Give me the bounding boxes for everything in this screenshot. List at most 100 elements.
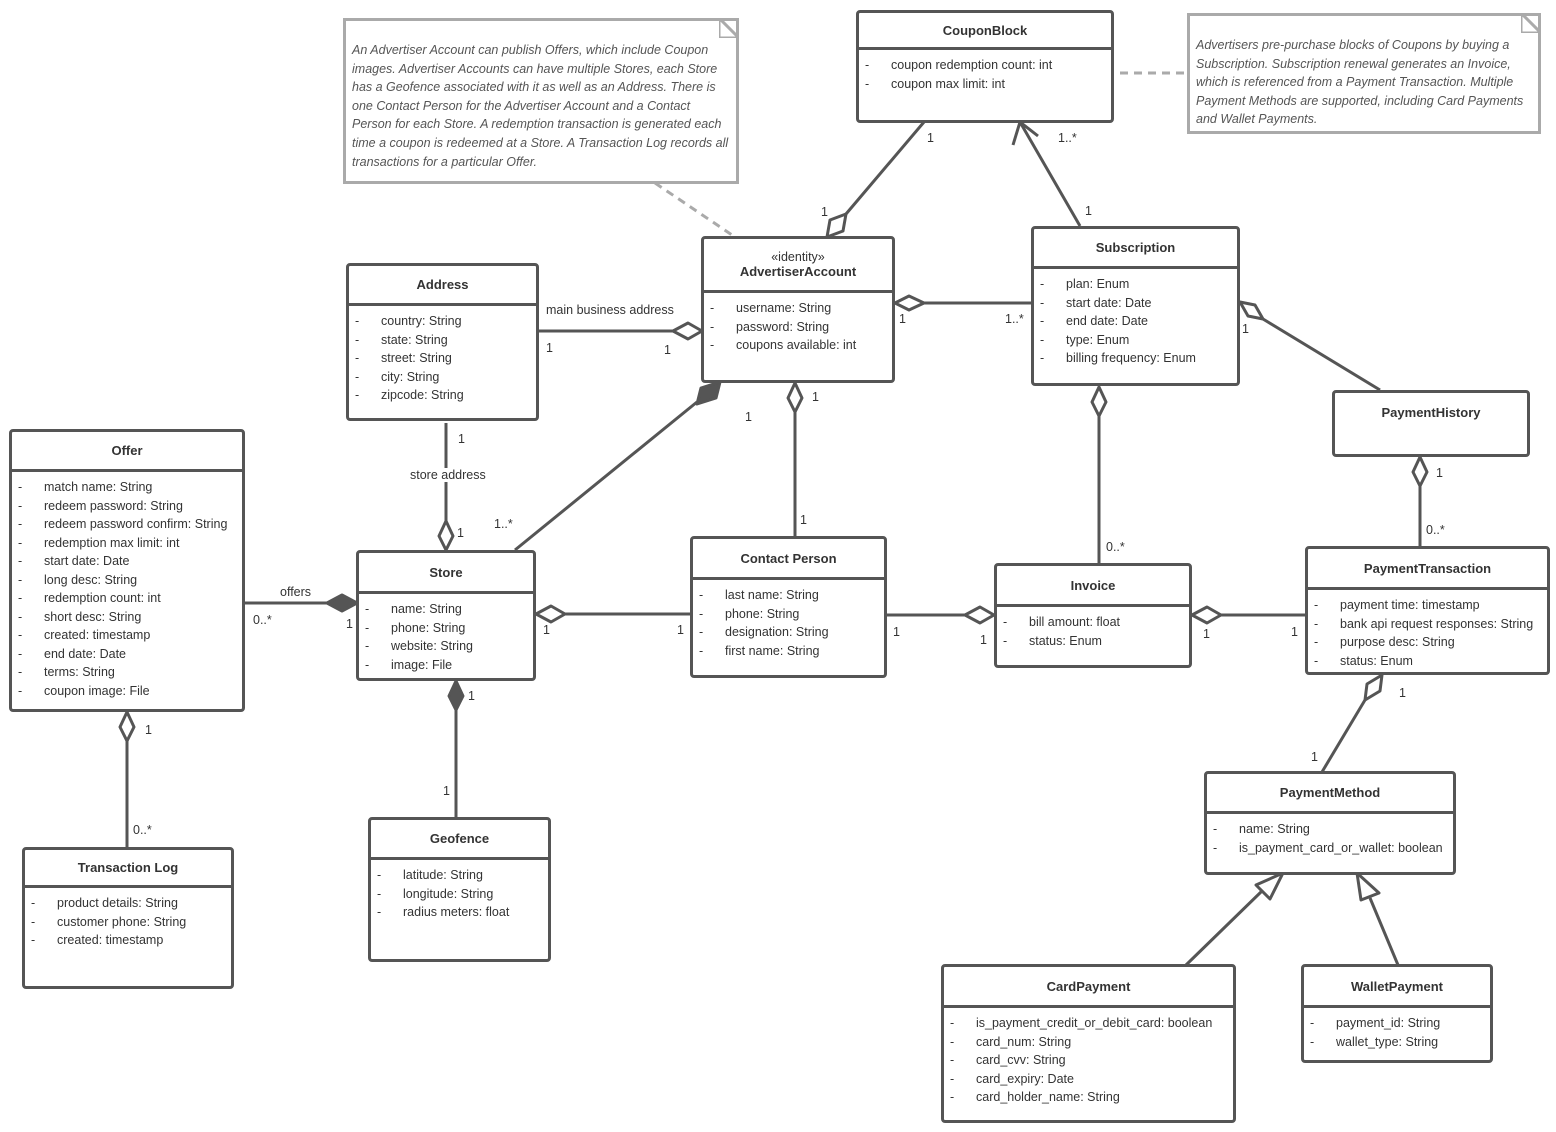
attribute-text: coupons available: int — [736, 338, 857, 352]
class-header: CouponBlock — [859, 13, 1111, 50]
visibility-marker: - — [1003, 633, 1008, 648]
class-transactionlog[interactable]: Transaction Log - product details: String -… — [22, 847, 234, 989]
attribute-row: - phone: String — [699, 605, 884, 624]
attribute-text: end date: Date — [44, 646, 127, 661]
class-paymenttransaction[interactable]: PaymentTransaction - payment time: timesta… — [1305, 546, 1550, 675]
attribute-text: name: String — [391, 602, 462, 616]
class-cardpayment[interactable]: CardPayment - is_payment_credit_or_debit_c… — [941, 964, 1236, 1123]
attribute-text: card_cvv: String — [976, 1053, 1066, 1067]
class-paymentmethod[interactable]: PaymentMethod - name: String - is_payment_ca… — [1204, 771, 1456, 875]
generalization-triangle — [1355, 871, 1381, 902]
visibility-marker: - — [355, 369, 360, 384]
visibility-marker: - — [1314, 616, 1319, 631]
mult-contact-advertiser: 1 — [800, 513, 807, 527]
attribute-row: - end date: Date — [1040, 312, 1237, 331]
attribute-row: - state: String — [355, 331, 536, 350]
class-geofence[interactable]: Geofence - latitude: String - longitude: Str… — [368, 817, 551, 962]
attribute-row: - payment time: timestamp — [1314, 596, 1547, 615]
attribute-text: status: Enum — [1340, 653, 1413, 668]
attribute-text: start date: Date — [44, 554, 130, 568]
visibility-marker: - — [18, 535, 23, 550]
attribute-text: image: File — [391, 657, 453, 672]
mult-offer-transactionlog: 1 — [145, 723, 152, 737]
mult-subscription-paymenthistory: 1 — [1242, 322, 1249, 336]
visibility-marker: - — [699, 625, 704, 639]
attribute-list: - name: String - is_payment_card_or_wallet:… — [1207, 814, 1453, 857]
attribute-row: - radius meters: float — [377, 903, 548, 922]
mult-advertiser-subscription: 1 — [899, 312, 906, 326]
attribute-text: payment_id: String — [1336, 1016, 1441, 1030]
aggregation-diamond — [437, 519, 455, 552]
attribute-text: country: String — [381, 314, 462, 328]
class-header: PaymentMethod — [1207, 774, 1453, 814]
attribute-row: - long desc: String — [18, 571, 242, 590]
class-header: PaymentTransaction — [1308, 549, 1547, 590]
attribute-row: - card_num: String — [950, 1033, 1233, 1052]
visibility-marker: - — [18, 572, 23, 587]
attribute-row: - website: String — [365, 637, 533, 656]
visibility-marker: - — [18, 517, 23, 531]
attribute-row: - redemption max limit: int — [18, 534, 242, 553]
mult-store-offer: 1 — [346, 617, 353, 631]
class-subscription[interactable]: Subscription - plan: Enum - start date: Date… — [1031, 226, 1240, 386]
generalization-triangle[interactable] — [1254, 871, 1285, 901]
attribute-text: match name: String — [44, 480, 153, 494]
note-advertiser-description: An Advertiser Account can publish Offers… — [343, 18, 739, 184]
visibility-marker: - — [18, 554, 23, 568]
class-name: Contact Person — [740, 550, 837, 566]
attribute-list: - last name: String - phone: String - designa… — [693, 580, 884, 660]
class-advertiseraccount[interactable]: «identity» AdvertiserAccount - username: St… — [701, 236, 895, 383]
attribute-text: terms: String — [44, 665, 115, 679]
attribute-text: wallet_type: String — [1336, 1034, 1439, 1049]
class-walletpayment[interactable]: WalletPayment - payment_id: String - wallet_… — [1301, 964, 1493, 1063]
class-paymenthistory[interactable]: PaymentHistory — [1332, 390, 1530, 457]
attribute-row: - designation: String — [699, 623, 884, 642]
attribute-row: - product details: String — [31, 894, 231, 913]
visibility-marker: - — [365, 620, 370, 635]
class-header: Geofence — [371, 820, 548, 860]
class-store[interactable]: Store - name: String - phone: String - website… — [356, 550, 536, 681]
class-name: PaymentHistory — [1381, 404, 1481, 420]
mult-advertiser-couponblock: 1 — [821, 205, 828, 219]
visibility-marker: - — [18, 609, 23, 624]
mult-transaction-paymentmethod: 1 — [1399, 686, 1406, 700]
visibility-marker: - — [1003, 615, 1008, 629]
attribute-row: - billing frequency: Enum — [1040, 349, 1237, 368]
mult-contact-invoice: 1 — [893, 625, 900, 639]
attribute-text: coupon max limit: int — [891, 76, 1005, 91]
visibility-marker: - — [18, 498, 23, 513]
mult-advertiser-address: 1 — [664, 343, 671, 357]
attribute-text: is_payment_card_or_wallet: boolean — [1239, 840, 1443, 855]
attribute-text: city: String — [381, 369, 440, 384]
visibility-marker: - — [31, 933, 36, 947]
class-name: Offer — [111, 443, 143, 458]
class-address[interactable]: Address - country: String - state: String - st… — [346, 263, 539, 421]
composition-diamond[interactable] — [695, 380, 722, 406]
attribute-row: - zipcode: String — [355, 386, 536, 405]
mult-store-contact: 1 — [543, 623, 550, 637]
composition-diamond — [447, 679, 465, 712]
class-couponblock[interactable]: CouponBlock - coupon redemption count: int… — [856, 10, 1114, 123]
attribute-row: - status: Enum — [1003, 632, 1189, 651]
attribute-row: - terms: String — [18, 663, 242, 682]
label-store-address: store address — [408, 468, 488, 482]
class-name: Invoice — [1070, 577, 1116, 593]
aggregation-diamond — [118, 710, 136, 743]
visibility-marker: - — [950, 1053, 955, 1067]
class-offer[interactable]: Offer - match name: String - redeem password… — [9, 429, 245, 712]
visibility-marker: - — [355, 351, 360, 365]
attribute-text: bill amount: float — [1029, 615, 1121, 629]
note-text: An Advertiser Account can publish Offers… — [352, 43, 729, 169]
mult-couponblock-subscription: 1..* — [1058, 131, 1077, 145]
aggregation-diamond — [963, 605, 996, 625]
visibility-marker: - — [1040, 295, 1045, 310]
attribute-row: - latitude: String — [377, 866, 548, 885]
attribute-text: payment time: timestamp — [1340, 598, 1480, 612]
attribute-text: start date: Date — [1066, 295, 1152, 310]
attribute-row: - payment_id: String — [1310, 1014, 1490, 1033]
class-contactperson[interactable]: Contact Person - last name: String - phone: … — [690, 536, 887, 678]
class-invoice[interactable]: Invoice - bill amount: float - status: Enum — [994, 563, 1192, 668]
visibility-marker: - — [1213, 822, 1218, 836]
visibility-marker: - — [1314, 635, 1319, 649]
visibility-marker: - — [710, 338, 715, 352]
